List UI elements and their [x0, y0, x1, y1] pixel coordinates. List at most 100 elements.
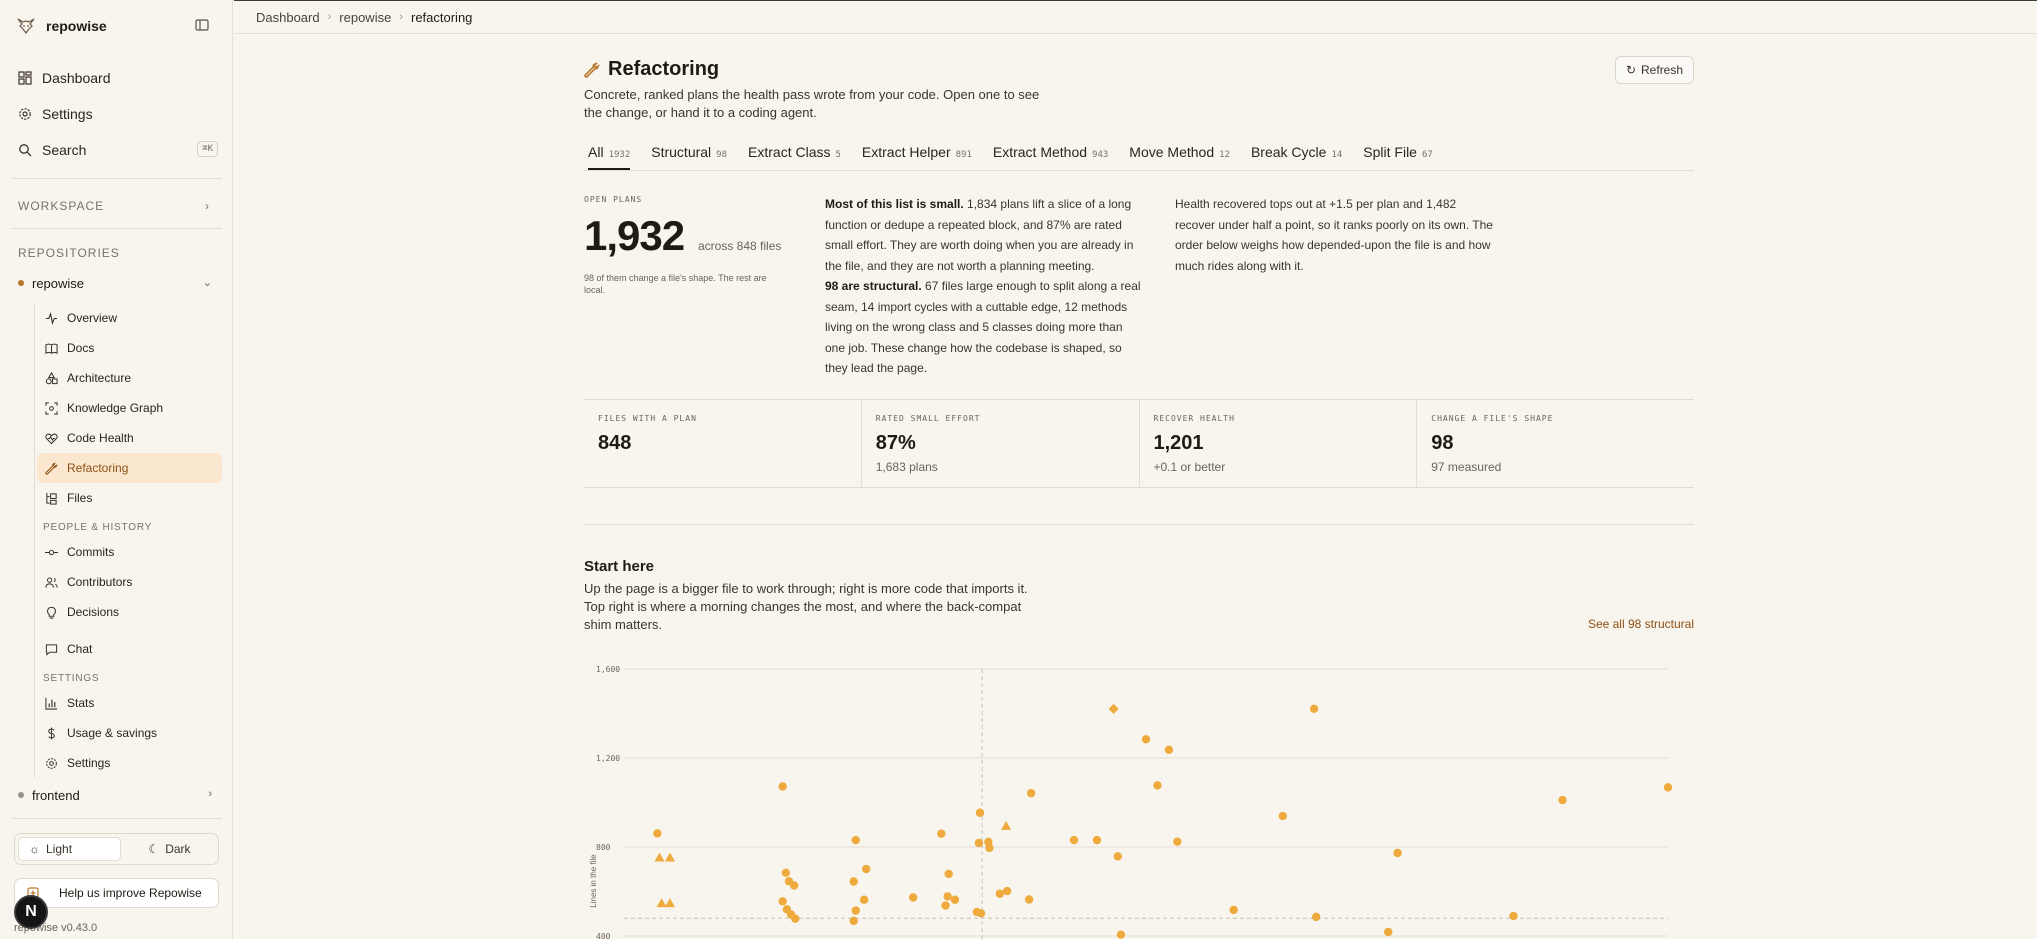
sidebar-item-label: Settings — [67, 756, 111, 770]
sidebar-item-chat[interactable]: Chat — [37, 634, 222, 664]
sidebar-item-code-health[interactable]: Code Health — [37, 423, 222, 453]
nav-settings[interactable]: Settings — [12, 96, 222, 132]
lightbulb-icon — [47, 606, 56, 619]
scatter-point — [778, 782, 787, 791]
open-plans-value: 1,932 — [584, 212, 685, 259]
sidebar-item-settings[interactable]: Settings — [37, 748, 222, 778]
open-plans-label: OPEN PLANS — [584, 195, 643, 204]
scatter-point — [1558, 795, 1567, 805]
sidebar-item-label: Refactoring — [67, 461, 129, 475]
page-title-text: Refactoring — [608, 58, 720, 80]
tab-label: Break Cycle — [1250, 144, 1327, 160]
shapes-icon — [45, 371, 58, 384]
scatter-point — [974, 838, 984, 848]
stat-value: 1,201 — [1153, 432, 1204, 454]
scatter-point — [1164, 745, 1174, 754]
chevron-right-icon[interactable]: › — [205, 199, 209, 213]
theme-dark-button[interactable]: ☾ Dark — [124, 837, 215, 861]
sidebar-item-stats[interactable]: Stats — [37, 688, 222, 718]
sidebar-item-overview[interactable]: Overview — [37, 303, 222, 333]
section-divider — [584, 524, 1694, 525]
sidebar-toggle-icon[interactable] — [194, 17, 210, 33]
repo-repowise[interactable]: repowise ⌄ — [18, 273, 218, 293]
scatter-point — [1113, 852, 1123, 861]
scatter-point — [950, 895, 960, 904]
breadcrumb-repo[interactable]: repowise — [339, 10, 391, 25]
breadcrumb-dashboard[interactable]: Dashboard — [256, 10, 320, 25]
tab-label: All — [588, 144, 604, 160]
scatter-point-triangle — [664, 898, 675, 908]
sidebar-item-docs[interactable]: Docs — [37, 333, 222, 363]
scatter-point — [1092, 835, 1102, 845]
scatter-point — [1229, 905, 1238, 915]
see-all-structural-link[interactable]: See all 98 structural — [1588, 617, 1694, 631]
refresh-button[interactable]: ↻ Refresh — [1615, 56, 1694, 84]
tab-break-cycle[interactable]: Break Cycle 14 — [1251, 144, 1342, 170]
sidebar-item-knowledge-graph[interactable]: Knowledge Graph — [37, 393, 222, 423]
tab-split-file[interactable]: Split File 67 — [1363, 144, 1433, 170]
sidebar-item-contributors[interactable]: Contributors — [37, 567, 222, 597]
tab-extract-helper[interactable]: Extract Helper 891 — [862, 144, 972, 170]
commit-icon — [45, 549, 58, 555]
sidebar-item-commits[interactable]: Commits — [37, 537, 222, 567]
tab-label: Extract Method — [992, 144, 1088, 160]
sidebar-item-label: Commits — [67, 545, 115, 559]
sidebar-item-label: Docs — [67, 341, 95, 355]
stat-value: 87% — [875, 432, 916, 454]
stat-sub: +0.1 or better — [1153, 460, 1226, 474]
search-shortcut: ⌘K — [197, 141, 218, 157]
sidebar-item-decisions[interactable]: Decisions — [37, 597, 222, 627]
tab-structural[interactable]: Structural 98 — [651, 144, 727, 170]
chevron-right-icon[interactable]: › — [208, 788, 212, 800]
feedback-label: Help us improve Repowise — [59, 886, 202, 900]
sidebar-item-label: Knowledge Graph — [67, 401, 164, 415]
nav-settings-label: Settings — [42, 106, 93, 122]
structural-text: 67 files large enough to split along a r… — [825, 279, 1141, 375]
scatter-svg: 1,600 1,200 800 400 Lines in the file — [589, 665, 1673, 939]
scatter-point — [781, 868, 791, 878]
tab-label: Structural — [651, 144, 712, 160]
scatter-point — [1116, 930, 1126, 939]
tab-extract-method[interactable]: Extract Method 943 — [993, 144, 1108, 170]
repositories-label: REPOSITORIES — [18, 246, 120, 260]
stat-sub: 1,683 plans — [875, 460, 938, 474]
nav-dashboard-label: Dashboard — [42, 70, 111, 86]
workspace-label[interactable]: WORKSPACE — [18, 199, 104, 213]
repo-name: frontend — [32, 787, 80, 803]
sidebar-item-files[interactable]: Files — [37, 483, 222, 513]
sidebar-item-usage-savings[interactable]: Usage & savings — [37, 718, 222, 748]
scatter-point — [1509, 911, 1518, 921]
nav-dashboard[interactable]: Dashboard — [12, 60, 222, 96]
chevron-down-icon[interactable]: ⌄ — [203, 276, 212, 289]
scatter-point — [1069, 835, 1079, 845]
stat-change-shape: CHANGE A FILE'S SHAPE 98 97 measured — [1416, 400, 1694, 487]
breadcrumb: Dashboard › repowise › refactoring — [234, 0, 2037, 34]
scatter-point — [1311, 912, 1321, 922]
repo-frontend[interactable]: frontend › — [18, 785, 218, 805]
sidebar-item-architecture[interactable]: Architecture — [37, 363, 222, 393]
brand[interactable]: repowise — [16, 14, 107, 38]
scatter-point-diamond — [1108, 703, 1119, 714]
chevron-right-icon: › — [327, 11, 332, 23]
tab-extract-class[interactable]: Extract Class 5 — [748, 144, 841, 170]
brand-name: repowise — [46, 18, 107, 34]
sidebar-item-label: Decisions — [67, 605, 120, 619]
repo-tree: Overview Docs Architecture Knowledge Gra… — [34, 303, 222, 778]
nav-search[interactable]: Search ⌘K — [12, 132, 222, 168]
scatter-point — [985, 843, 994, 853]
sidebar-item-label: Chat — [67, 642, 93, 656]
scatter-point-triangle — [1001, 820, 1012, 830]
tab-count: 943 — [1092, 150, 1109, 160]
avatar[interactable]: N — [14, 895, 48, 929]
scatter-point — [849, 877, 858, 886]
sidebar-item-refactoring[interactable]: Refactoring — [37, 453, 222, 483]
theme-light-button[interactable]: ☼ Light — [18, 837, 121, 861]
tab-count: 12 — [1219, 150, 1230, 160]
tab-move-method[interactable]: Move Method 12 — [1129, 144, 1230, 170]
stats-strip: FILES WITH A PLAN 848 RATED SMALL EFFORT… — [584, 399, 1694, 488]
stat-label: FILES WITH A PLAN — [598, 414, 697, 423]
book-icon — [45, 343, 58, 354]
primary-nav: Dashboard Settings Search ⌘K — [12, 60, 222, 168]
structural-lead: 98 are structural. — [825, 279, 922, 293]
tab-all[interactable]: All 1932 — [588, 144, 631, 170]
